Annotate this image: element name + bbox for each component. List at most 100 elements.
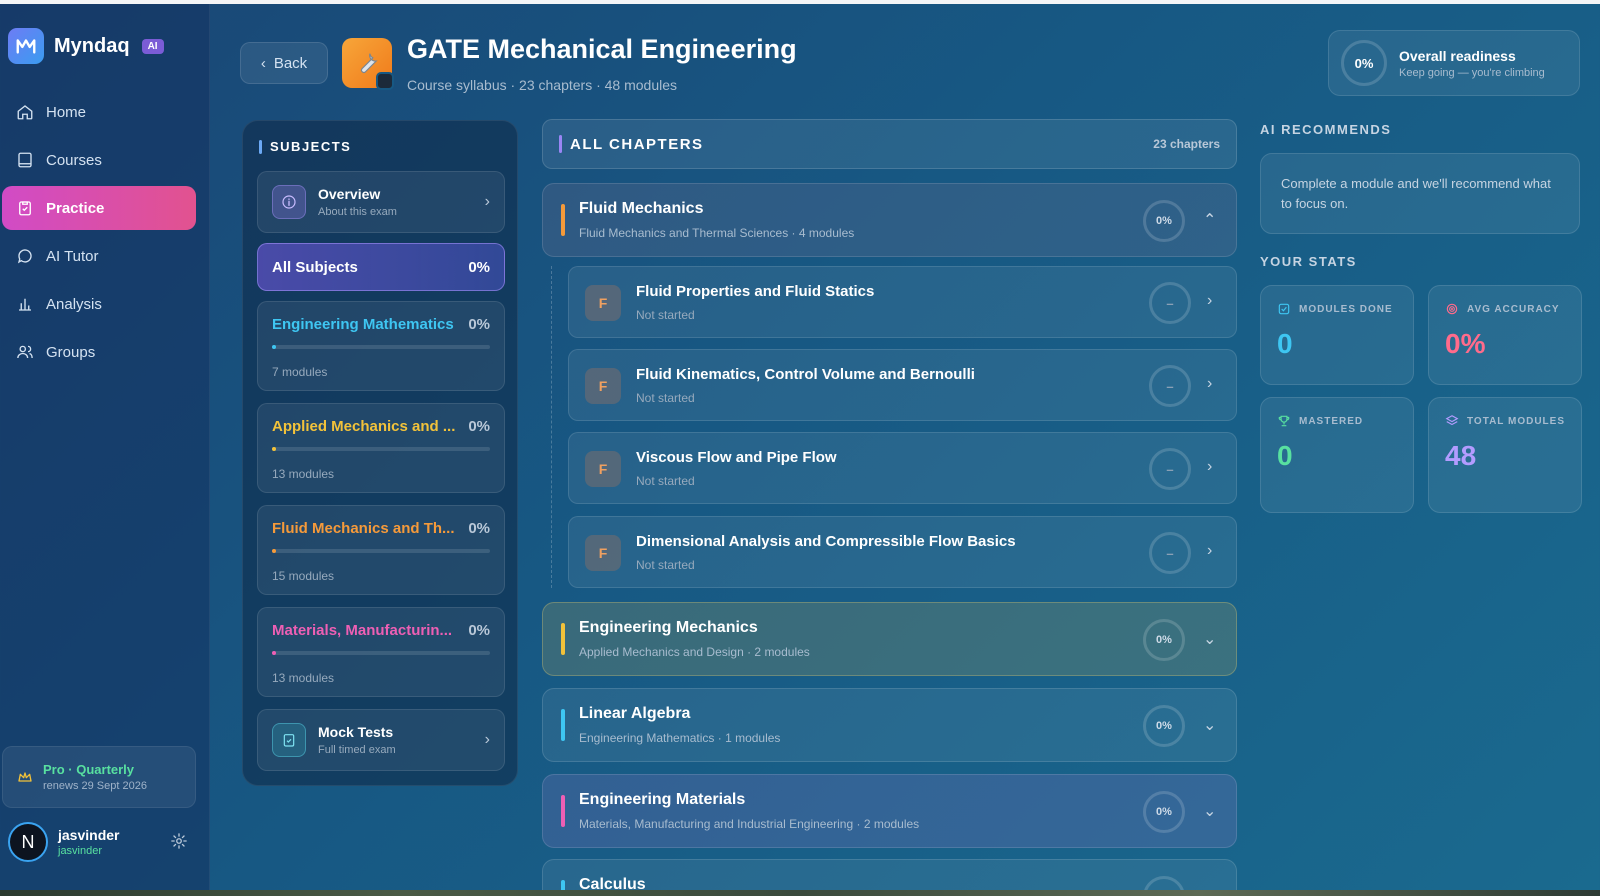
subject-pct: 0% xyxy=(468,520,490,537)
chapter-progress-ring: 0% xyxy=(1143,200,1185,242)
flag-icon xyxy=(376,72,394,90)
module-fluid-kinematics[interactable]: F Fluid Kinematics, Control Volume and B… xyxy=(568,349,1237,421)
chapter-engineering-mechanics[interactable]: Engineering Mechanics Applied Mechanics … xyxy=(542,602,1237,676)
overview-card[interactable]: Overview About this exam › xyxy=(257,171,505,233)
logo-icon xyxy=(8,28,44,64)
module-fluid-properties[interactable]: F Fluid Properties and Fluid Statics Not… xyxy=(568,266,1237,338)
stat-total-modules: TOTAL MODULES 48 xyxy=(1428,397,1582,513)
subject-card-applied-mechanics[interactable]: Applied Mechanics and ... 0% 13 modules xyxy=(257,403,505,493)
subject-progress-bar xyxy=(272,447,490,451)
subject-progress-bar xyxy=(272,549,490,553)
subject-modules: 7 modules xyxy=(272,365,328,379)
subject-modules: 13 modules xyxy=(272,671,335,685)
chevron-down-icon[interactable]: ⌄ xyxy=(1203,629,1216,649)
chapter-fluid-mechanics[interactable]: Fluid Mechanics Fluid Mechanics and Ther… xyxy=(542,183,1237,257)
chapter-subtitle: Engineering Mathematics · 1 modules xyxy=(579,731,781,745)
all-subjects-label: All Subjects xyxy=(272,258,358,276)
readiness-title: Overall readiness xyxy=(1399,47,1516,64)
subjects-heading: SUBJECTS xyxy=(259,139,351,154)
chapter-engineering-materials[interactable]: Engineering Materials Materials, Manufac… xyxy=(542,774,1237,848)
stat-mastered: MASTERED 0 xyxy=(1260,397,1414,513)
nav-item-home[interactable]: Home xyxy=(2,90,196,134)
chapter-title: Engineering Mechanics xyxy=(579,619,758,636)
stat-label: AVG ACCURACY xyxy=(1467,304,1560,315)
subject-card-materials-manufacturing[interactable]: Materials, Manufacturin... 0% 13 modules xyxy=(257,607,505,697)
chapter-title: Engineering Materials xyxy=(579,791,746,808)
readiness-ring: 0% xyxy=(1341,40,1387,86)
chapter-title: Fluid Mechanics xyxy=(579,200,704,217)
chapter-linear-algebra[interactable]: Linear Algebra Engineering Mathematics ·… xyxy=(542,688,1237,762)
subject-pct: 0% xyxy=(468,418,490,435)
user-handle: jasvinder xyxy=(58,845,103,857)
bar-chart-icon xyxy=(19,298,31,311)
stat-avg-accuracy: AVG ACCURACY 0% xyxy=(1428,285,1582,385)
clipboard-icon xyxy=(19,201,31,216)
stat-label: MASTERED xyxy=(1299,416,1364,427)
module-progress-ring: – xyxy=(1149,365,1191,407)
subject-modules: 15 modules xyxy=(272,569,335,583)
all-subjects-pct: 0% xyxy=(468,258,490,276)
nav-label-ai-tutor: AI Tutor xyxy=(46,247,99,265)
user-profile[interactable]: N jasvinder jasvinder xyxy=(8,822,198,862)
all-subjects-button[interactable]: All Subjects 0% xyxy=(257,243,505,291)
module-tree-line xyxy=(551,266,552,588)
page-title: GATE Mechanical Engineering xyxy=(407,34,797,64)
subject-name: Engineering Mathematics xyxy=(272,316,454,333)
nav-item-groups[interactable]: Groups xyxy=(2,330,196,374)
module-title: Viscous Flow and Pipe Flow xyxy=(636,449,837,466)
chapter-accent xyxy=(561,795,565,827)
plan-title: Pro · Quarterly xyxy=(43,762,135,777)
module-title: Fluid Properties and Fluid Statics xyxy=(636,283,875,300)
nav-label-home: Home xyxy=(46,103,87,121)
chat-icon xyxy=(17,249,32,264)
window-top-edge xyxy=(0,0,1600,4)
gear-icon[interactable] xyxy=(170,832,188,850)
nav-item-courses[interactable]: Courses xyxy=(2,138,196,182)
chevron-down-icon[interactable]: ⌄ xyxy=(1203,801,1216,821)
chapter-subtitle: Materials, Manufacturing and Industrial … xyxy=(579,817,920,831)
module-status: Not started xyxy=(636,474,695,488)
clipboard-check-icon xyxy=(272,723,306,757)
readiness-subtitle: Keep going — you're climbing xyxy=(1399,66,1545,79)
chapter-title: Linear Algebra xyxy=(579,705,691,722)
subject-card-engineering-mathematics[interactable]: Engineering Mathematics 0% 7 modules xyxy=(257,301,505,391)
stat-modules-done: MODULES DONE 0 xyxy=(1260,285,1414,385)
users-icon xyxy=(17,345,33,359)
subject-pct: 0% xyxy=(468,316,490,333)
ai-recommendation-card: Complete a module and we'll recommend wh… xyxy=(1260,153,1580,234)
window-bottom-edge xyxy=(0,890,1600,896)
target-icon xyxy=(1446,303,1458,315)
nav-item-analysis[interactable]: Analysis xyxy=(2,282,196,326)
chevron-right-icon: › xyxy=(484,193,490,210)
module-badge: F xyxy=(585,451,621,487)
heading-accent xyxy=(559,135,562,153)
ai-recommends-heading: AI RECOMMENDS xyxy=(1260,122,1392,137)
subject-pct: 0% xyxy=(468,622,490,639)
chevron-right-icon: › xyxy=(1207,542,1213,559)
mock-tests-card[interactable]: Mock Tests Full timed exam › xyxy=(257,709,505,771)
subject-name: Fluid Mechanics and Th... xyxy=(272,520,455,537)
chapter-progress-ring: 0% xyxy=(1143,791,1185,833)
module-viscous-flow[interactable]: F Viscous Flow and Pipe Flow Not started… xyxy=(568,432,1237,504)
module-status: Not started xyxy=(636,391,695,405)
back-button[interactable]: ‹ Back xyxy=(240,42,328,84)
nav-item-ai-tutor[interactable]: AI Tutor xyxy=(2,234,196,278)
info-icon xyxy=(272,185,306,219)
mock-tests-subtitle: Full timed exam xyxy=(318,744,396,756)
stat-label: TOTAL MODULES xyxy=(1467,416,1565,427)
brand[interactable]: Myndaq AI xyxy=(8,28,164,64)
nav-label-practice: Practice xyxy=(46,199,105,217)
subject-modules: 13 modules xyxy=(272,467,335,481)
chapters-count: 23 chapters xyxy=(1153,137,1220,151)
chevron-down-icon[interactable]: ⌄ xyxy=(1203,715,1216,735)
crown-icon xyxy=(18,772,32,782)
subject-card-fluid-mechanics[interactable]: Fluid Mechanics and Th... 0% 15 modules xyxy=(257,505,505,595)
nav-item-practice[interactable]: Practice xyxy=(2,186,196,230)
chevron-up-icon[interactable]: ⌃ xyxy=(1203,210,1216,230)
module-progress-ring: – xyxy=(1149,448,1191,490)
plan-card[interactable]: Pro · Quarterly renews 29 Sept 2026 xyxy=(2,746,196,808)
main-nav: Home Courses Practice AI Tutor Analysis … xyxy=(2,90,196,378)
subject-name: Applied Mechanics and ... xyxy=(272,418,456,435)
module-dimensional-analysis[interactable]: F Dimensional Analysis and Compressible … xyxy=(568,516,1237,588)
module-badge: F xyxy=(585,535,621,571)
